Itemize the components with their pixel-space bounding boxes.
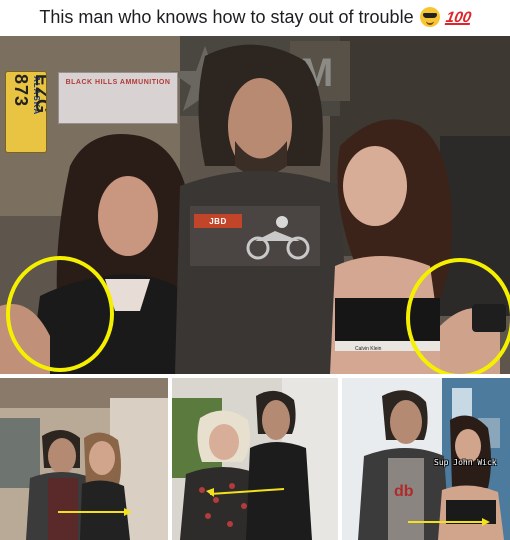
- license-plate: ALASKA EZG 873: [5, 71, 47, 153]
- bra-band-text: Calvin Klein: [355, 346, 382, 352]
- wall-banner: BLACK HILLS AMMUNITION: [58, 72, 178, 124]
- wall-banner-text: BLACK HILLS AMMUNITION: [65, 79, 171, 86]
- main-photo[interactable]: M ALASKA EZG 873 BLACK HILLS AMMUNITION …: [0, 36, 510, 374]
- svg-text:db: db: [394, 483, 414, 500]
- thumb-office-hallway[interactable]: [0, 378, 168, 540]
- thumb-blonde-woman[interactable]: [172, 378, 338, 540]
- facebook-post: This man who knows how to stay out of tr…: [0, 0, 510, 540]
- hundred-points-emoji-icon: 100: [444, 8, 473, 26]
- caption-text: This man who knows how to stay out of tr…: [39, 6, 414, 27]
- thumb-sup-john-wick[interactable]: db Sup John Wick: [342, 378, 510, 540]
- overlay-text: Sup John Wick: [434, 458, 497, 467]
- sunglasses-emoji-icon: [419, 7, 440, 27]
- shirt-logo: JBD: [194, 214, 242, 228]
- license-plate-number: EZG 873: [11, 74, 47, 115]
- post-caption: This man who knows how to stay out of tr…: [0, 0, 510, 34]
